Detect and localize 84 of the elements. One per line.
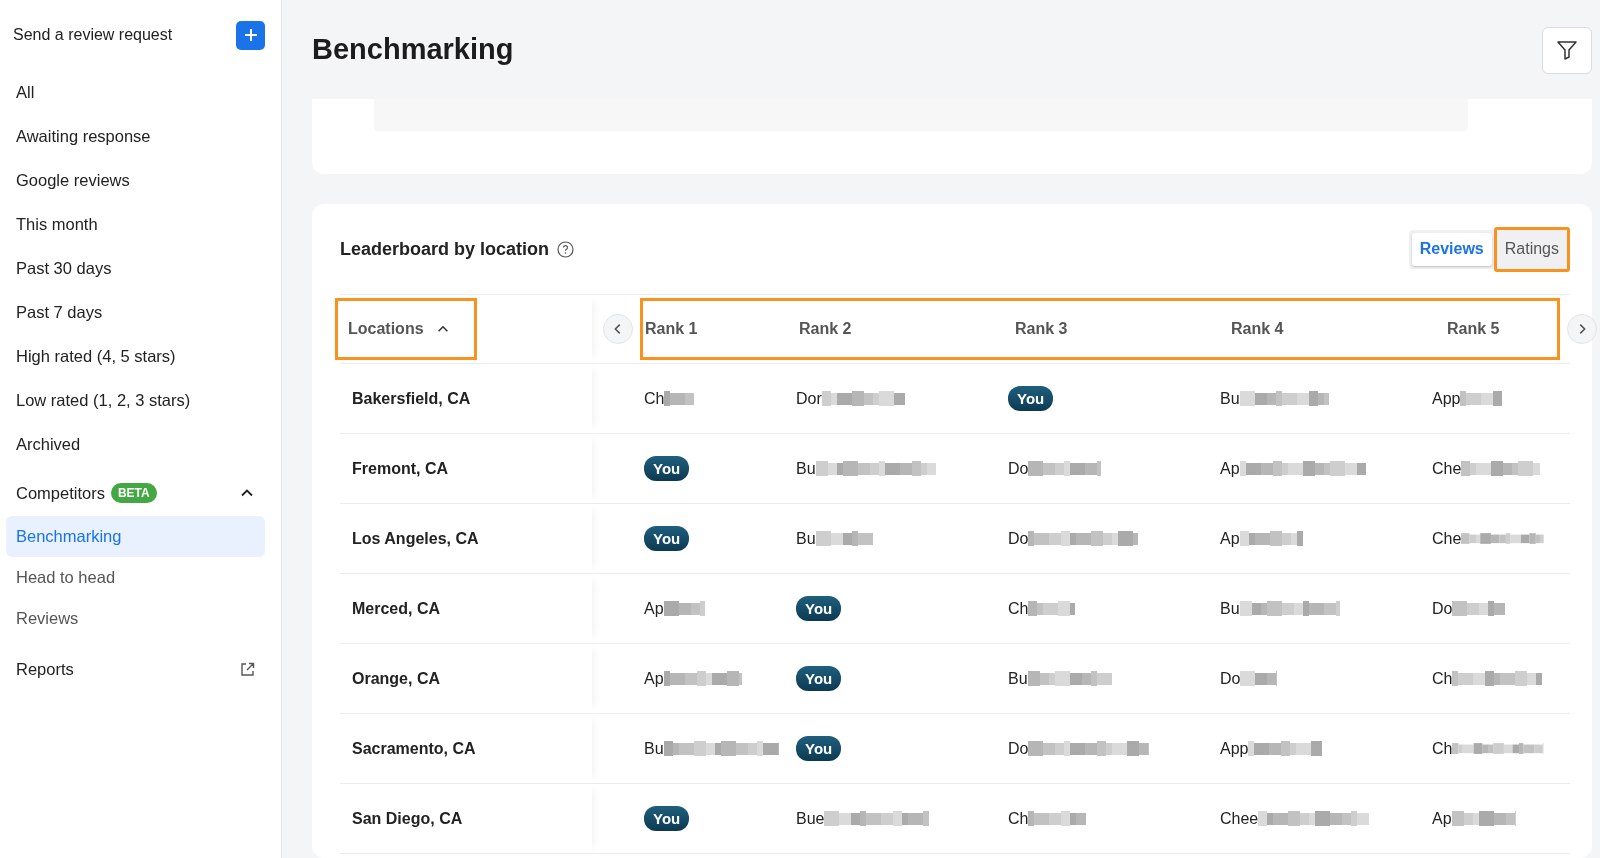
sidebar-item[interactable]: Past 30 days (6, 246, 265, 290)
competitor-name: Che (1432, 459, 1462, 478)
card-title: Leaderboard by location (340, 238, 550, 260)
column-header: Rank 5 (1446, 320, 1501, 338)
pixelated-redaction (1452, 601, 1506, 616)
sidebar-item[interactable]: All (6, 70, 265, 114)
you-badge: You (796, 736, 842, 761)
location-name: San Diego, CA (351, 809, 463, 828)
competitor-name: Bue (796, 809, 825, 828)
toggle-option[interactable]: Ratings (1493, 226, 1570, 272)
competitor-name: Ap (644, 669, 664, 688)
sidebar-item[interactable]: Past 7 days (6, 290, 265, 334)
pixelated-redaction (1239, 531, 1303, 546)
competitor-name: Bu (644, 739, 664, 758)
competitor-name: Ap (1220, 529, 1240, 548)
sidebar-item[interactable]: This month (6, 202, 265, 246)
competitor-name: Ap (644, 599, 664, 618)
locations-column-header[interactable]: Locations (335, 298, 477, 360)
competitor-name: Bu (796, 459, 816, 478)
you-badge: You (796, 666, 842, 691)
competitor-name: Ap (1220, 459, 1240, 478)
competitor-name: Ch (1008, 599, 1029, 618)
pixelated-redaction (815, 531, 873, 546)
column-header: Rank 2 (798, 320, 853, 338)
competitor-name: Do (1008, 529, 1029, 548)
competitor-name: Ap (1432, 809, 1452, 828)
pixelated-redaction (1028, 811, 1087, 826)
pixelated-redaction (1451, 811, 1516, 826)
competitor-name: Bu (1220, 599, 1240, 618)
competitor-name: Bu (1008, 669, 1028, 688)
plus-icon (243, 28, 258, 42)
you-badge: You (1008, 386, 1054, 411)
location-name: Merced, CA (351, 599, 441, 618)
you-badge: You (644, 806, 690, 831)
competitor-name: Bu (1220, 389, 1240, 408)
help-icon[interactable] (557, 240, 575, 258)
page-title: Benchmarking (312, 33, 514, 66)
column-header: Rank 3 (1014, 320, 1069, 338)
add-button[interactable] (236, 20, 265, 50)
location-name: Orange, CA (351, 669, 440, 688)
send-review-request-label: Send a review request (13, 26, 173, 44)
competitor-name: Dor (796, 389, 822, 408)
sidebar-item[interactable]: Head to head (6, 557, 265, 598)
you-badge: You (796, 596, 842, 621)
column-header: Rank 1 (644, 320, 699, 338)
pixelated-redaction (1028, 601, 1076, 616)
pixelated-redaction (1240, 671, 1278, 686)
competitor-name: App (1432, 389, 1461, 408)
filter-button[interactable] (1542, 26, 1592, 74)
pixelated-redaction (1460, 391, 1503, 406)
sidebar-item[interactable]: Archived (6, 422, 265, 466)
location-name: Bakersfield, CA (351, 389, 471, 408)
competitor-name: Ch (1008, 809, 1029, 828)
competitor-name: Ch (1432, 739, 1453, 758)
competitor-name: Ch (1432, 669, 1453, 688)
location-name: Fremont, CA (351, 459, 448, 478)
sidebar-item[interactable]: High rated (4, 5 stars) (6, 334, 265, 378)
sidebar-item[interactable]: Low rated (1, 2, 3 stars) (6, 378, 265, 422)
external-link-icon (240, 661, 255, 677)
sidebar-item[interactable]: Awaiting response (6, 114, 265, 158)
toggle-option[interactable]: Reviews (1411, 232, 1492, 266)
beta-badge: BETA (110, 483, 157, 503)
pixelated-redaction (664, 391, 695, 406)
filter-icon (1556, 39, 1578, 61)
competitor-name: Do (1008, 739, 1029, 758)
column-header: Rank 4 (1230, 320, 1285, 338)
competitor-name: Bu (796, 529, 816, 548)
sidebar-item[interactable]: Reviews (6, 598, 265, 639)
location-name: Los Angeles, CA (351, 529, 479, 548)
sidebar-item[interactable]: Benchmarking (6, 516, 265, 557)
sidebar-item[interactable]: Google reviews (6, 158, 265, 202)
competitor-name: Do (1220, 669, 1241, 688)
pixelated-redaction (663, 601, 705, 616)
competitor-name: Do (1008, 459, 1029, 478)
competitor-name: Do (1432, 599, 1453, 618)
competitor-name: App (1220, 739, 1249, 758)
location-name: Sacramento, CA (351, 739, 476, 758)
you-badge: You (644, 526, 690, 551)
competitor-name: Chee (1220, 809, 1259, 828)
competitor-name: Che (1432, 529, 1462, 548)
sidebar-group-label[interactable]: Competitors (16, 483, 105, 503)
sidebar-item[interactable]: Reports (16, 659, 74, 679)
you-badge: You (644, 456, 690, 481)
competitor-name: Ch (644, 389, 665, 408)
